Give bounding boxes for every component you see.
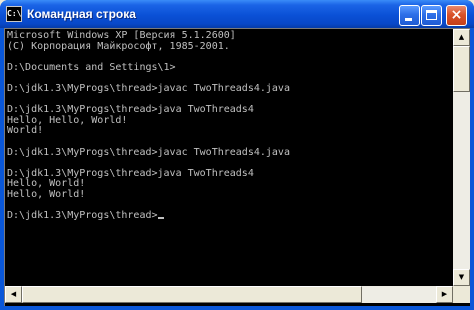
scroll-up-button[interactable]: ▲	[453, 29, 470, 46]
title-bar[interactable]: C:\ Командная строка ×	[0, 0, 474, 28]
maximize-button[interactable]	[421, 5, 442, 26]
scroll-right-button[interactable]: ▶	[436, 286, 453, 303]
window-title: Командная строка	[27, 7, 136, 21]
scroll-down-button[interactable]: ▼	[453, 269, 470, 286]
console-line: World!	[7, 126, 453, 137]
scroll-left-button[interactable]: ◀	[5, 286, 22, 303]
console-line: D:\jdk1.3\MyProgs\thread>javac TwoThread…	[7, 82, 453, 95]
console-line-text: World!	[7, 125, 44, 137]
console-line: D:\Documents and Settings\1>	[7, 61, 453, 74]
console-line-text: Hello, Hello, World!	[7, 114, 128, 126]
console-line: (С) Корпорация Майкрософт, 1985-2001.	[7, 40, 453, 53]
console-line: D:\jdk1.3\MyProgs\thread>	[7, 210, 453, 222]
vertical-scroll-thumb[interactable]	[453, 46, 470, 92]
console-line: Hello, Hello, World!	[7, 114, 453, 127]
command-prompt-icon[interactable]: C:\	[6, 6, 22, 22]
console-line-text: Microsoft Windows XP [Версия 5.1.2600]	[7, 30, 236, 41]
arrow-down-icon: ▼	[458, 273, 465, 281]
console-line-text: (С) Корпорация Майкрософт, 1985-2001.	[7, 40, 230, 52]
console-line-text: D:\jdk1.3\MyProgs\thread>java TwoThreads…	[7, 167, 254, 179]
console-frame: Microsoft Windows XP [Версия 5.1.2600] (С…	[4, 28, 470, 306]
console-line-text: D:\jdk1.3\MyProgs\thread>	[7, 210, 158, 222]
arrow-right-icon: ▶	[441, 290, 448, 298]
horizontal-scrollbar[interactable]: ◀ ▶	[5, 286, 453, 303]
arrow-up-icon: ▲	[458, 33, 465, 41]
console-line: Hello, World!	[7, 188, 453, 201]
text-cursor	[157, 217, 164, 220]
minimize-icon	[405, 18, 412, 21]
maximize-icon	[426, 10, 437, 20]
console-line-text: Hello, World!	[7, 188, 86, 200]
close-button[interactable]: ×	[446, 5, 467, 26]
close-icon: ×	[450, 7, 463, 23]
console-output[interactable]: Microsoft Windows XP [Версия 5.1.2600] (С…	[5, 29, 453, 286]
arrow-left-icon: ◀	[10, 290, 17, 298]
command-prompt-window: C:\ Командная строка × Microsoft Windows…	[0, 0, 474, 310]
console-line-text: Hello, World!	[7, 178, 86, 190]
console-line-text: D:\Documents and Settings\1>	[7, 61, 176, 73]
scrollbar-corner	[453, 286, 470, 303]
console-line: D:\jdk1.3\MyProgs\thread>javac TwoThread…	[7, 146, 453, 159]
vertical-scrollbar[interactable]: ▲ ▼	[453, 29, 470, 286]
minimize-button[interactable]	[399, 5, 420, 26]
console-line-text: D:\jdk1.3\MyProgs\thread>java TwoThreads…	[7, 104, 254, 116]
console-line-text: D:\jdk1.3\MyProgs\thread>javac TwoThread…	[7, 82, 290, 94]
horizontal-scroll-thumb[interactable]	[22, 286, 362, 303]
console-line-text: D:\jdk1.3\MyProgs\thread>javac TwoThread…	[7, 146, 290, 158]
